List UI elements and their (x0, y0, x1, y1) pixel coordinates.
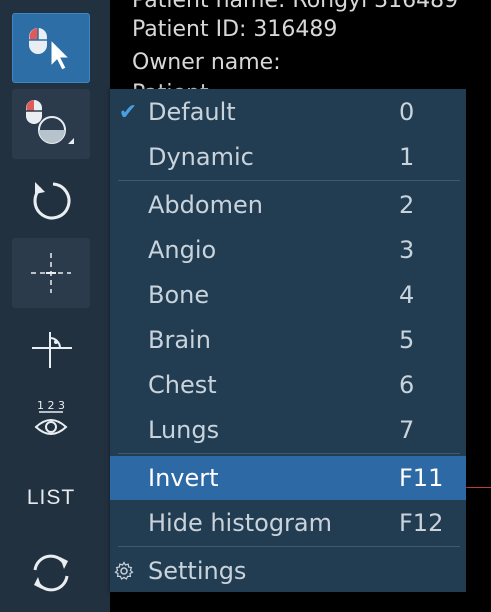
menu-separator (118, 453, 460, 454)
checkmark-icon: ✔ (118, 99, 138, 125)
menu-item-invert[interactable]: Invert F11 (110, 456, 466, 500)
window-level-tool-button[interactable] (12, 89, 90, 159)
menu-item-label: Settings (148, 557, 247, 585)
crosshair-icon (31, 253, 71, 293)
menu-item-lungs[interactable]: Lungs 7 (110, 408, 466, 452)
menu-item-label: Chest (148, 371, 217, 399)
angle-icon (32, 332, 72, 368)
measurement-line (466, 487, 491, 488)
gear-icon (114, 561, 134, 581)
menu-item-settings[interactable]: Settings (110, 549, 466, 593)
mouse-pointer-tool-button[interactable] (12, 13, 90, 83)
menu-item-label: Angio (148, 236, 217, 264)
menu-item-shortcut: 3 (399, 236, 415, 264)
menu-item-shortcut: F12 (399, 509, 444, 537)
menu-item-label: Abdomen (148, 191, 263, 219)
menu-item-label: Lungs (148, 416, 220, 444)
patient-id-text: Patient ID: 316489 (132, 17, 338, 42)
menu-item-label: Dynamic (148, 143, 254, 171)
menu-item-shortcut: 6 (399, 371, 415, 399)
menu-item-bone[interactable]: Bone 4 (110, 273, 466, 317)
sync-icon (33, 554, 69, 592)
window-level-icon (26, 100, 74, 144)
owner-name-text: Owner name: (132, 50, 281, 75)
rating-view-tool-button[interactable]: 1 2 3 (12, 385, 90, 455)
menu-item-default[interactable]: ✔ Default 0 (110, 90, 466, 134)
menu-item-shortcut: 5 (399, 326, 415, 354)
menu-item-shortcut: 0 (399, 98, 415, 126)
crosshair-tool-button[interactable] (12, 238, 90, 308)
menu-item-label: Invert (148, 464, 219, 492)
eye-rating-icon: 1 2 3 (34, 399, 68, 435)
menu-item-angio[interactable]: Angio 3 (110, 228, 466, 272)
menu-item-shortcut: 1 (399, 143, 415, 171)
menu-item-abdomen[interactable]: Abdomen 2 (110, 183, 466, 227)
menu-separator (118, 180, 460, 181)
rotate-icon (33, 182, 71, 220)
menu-item-shortcut: F11 (399, 464, 444, 492)
menu-item-shortcut: 4 (399, 281, 415, 309)
menu-item-brain[interactable]: Brain 5 (110, 318, 466, 362)
sync-tool-button[interactable] (12, 538, 90, 608)
menu-separator (118, 546, 460, 547)
menu-item-shortcut: 7 (399, 416, 415, 444)
window-level-preset-menu: ✔ Default 0 Dynamic 1 Abdomen 2 Angio 3 … (110, 89, 466, 592)
menu-item-chest[interactable]: Chest 6 (110, 363, 466, 407)
rotate-tool-button[interactable] (12, 165, 90, 235)
rating-digits: 1 2 3 (37, 399, 65, 412)
menu-item-hide-histogram[interactable]: Hide histogram F12 (110, 501, 466, 545)
menu-item-label: Default (148, 98, 236, 126)
left-toolbar: 1 2 3 LIST (0, 0, 110, 612)
menu-item-label: Bone (148, 281, 210, 309)
list-label: LIST (26, 486, 76, 509)
list-button[interactable]: LIST (12, 463, 90, 533)
menu-item-label: Hide histogram (148, 509, 333, 537)
menu-item-shortcut: 2 (399, 191, 415, 219)
menu-item-label: Brain (148, 326, 211, 354)
menu-item-dynamic[interactable]: Dynamic 1 (110, 135, 466, 179)
angle-tool-button[interactable] (12, 312, 90, 382)
mouse-pointer-icon (29, 28, 71, 71)
